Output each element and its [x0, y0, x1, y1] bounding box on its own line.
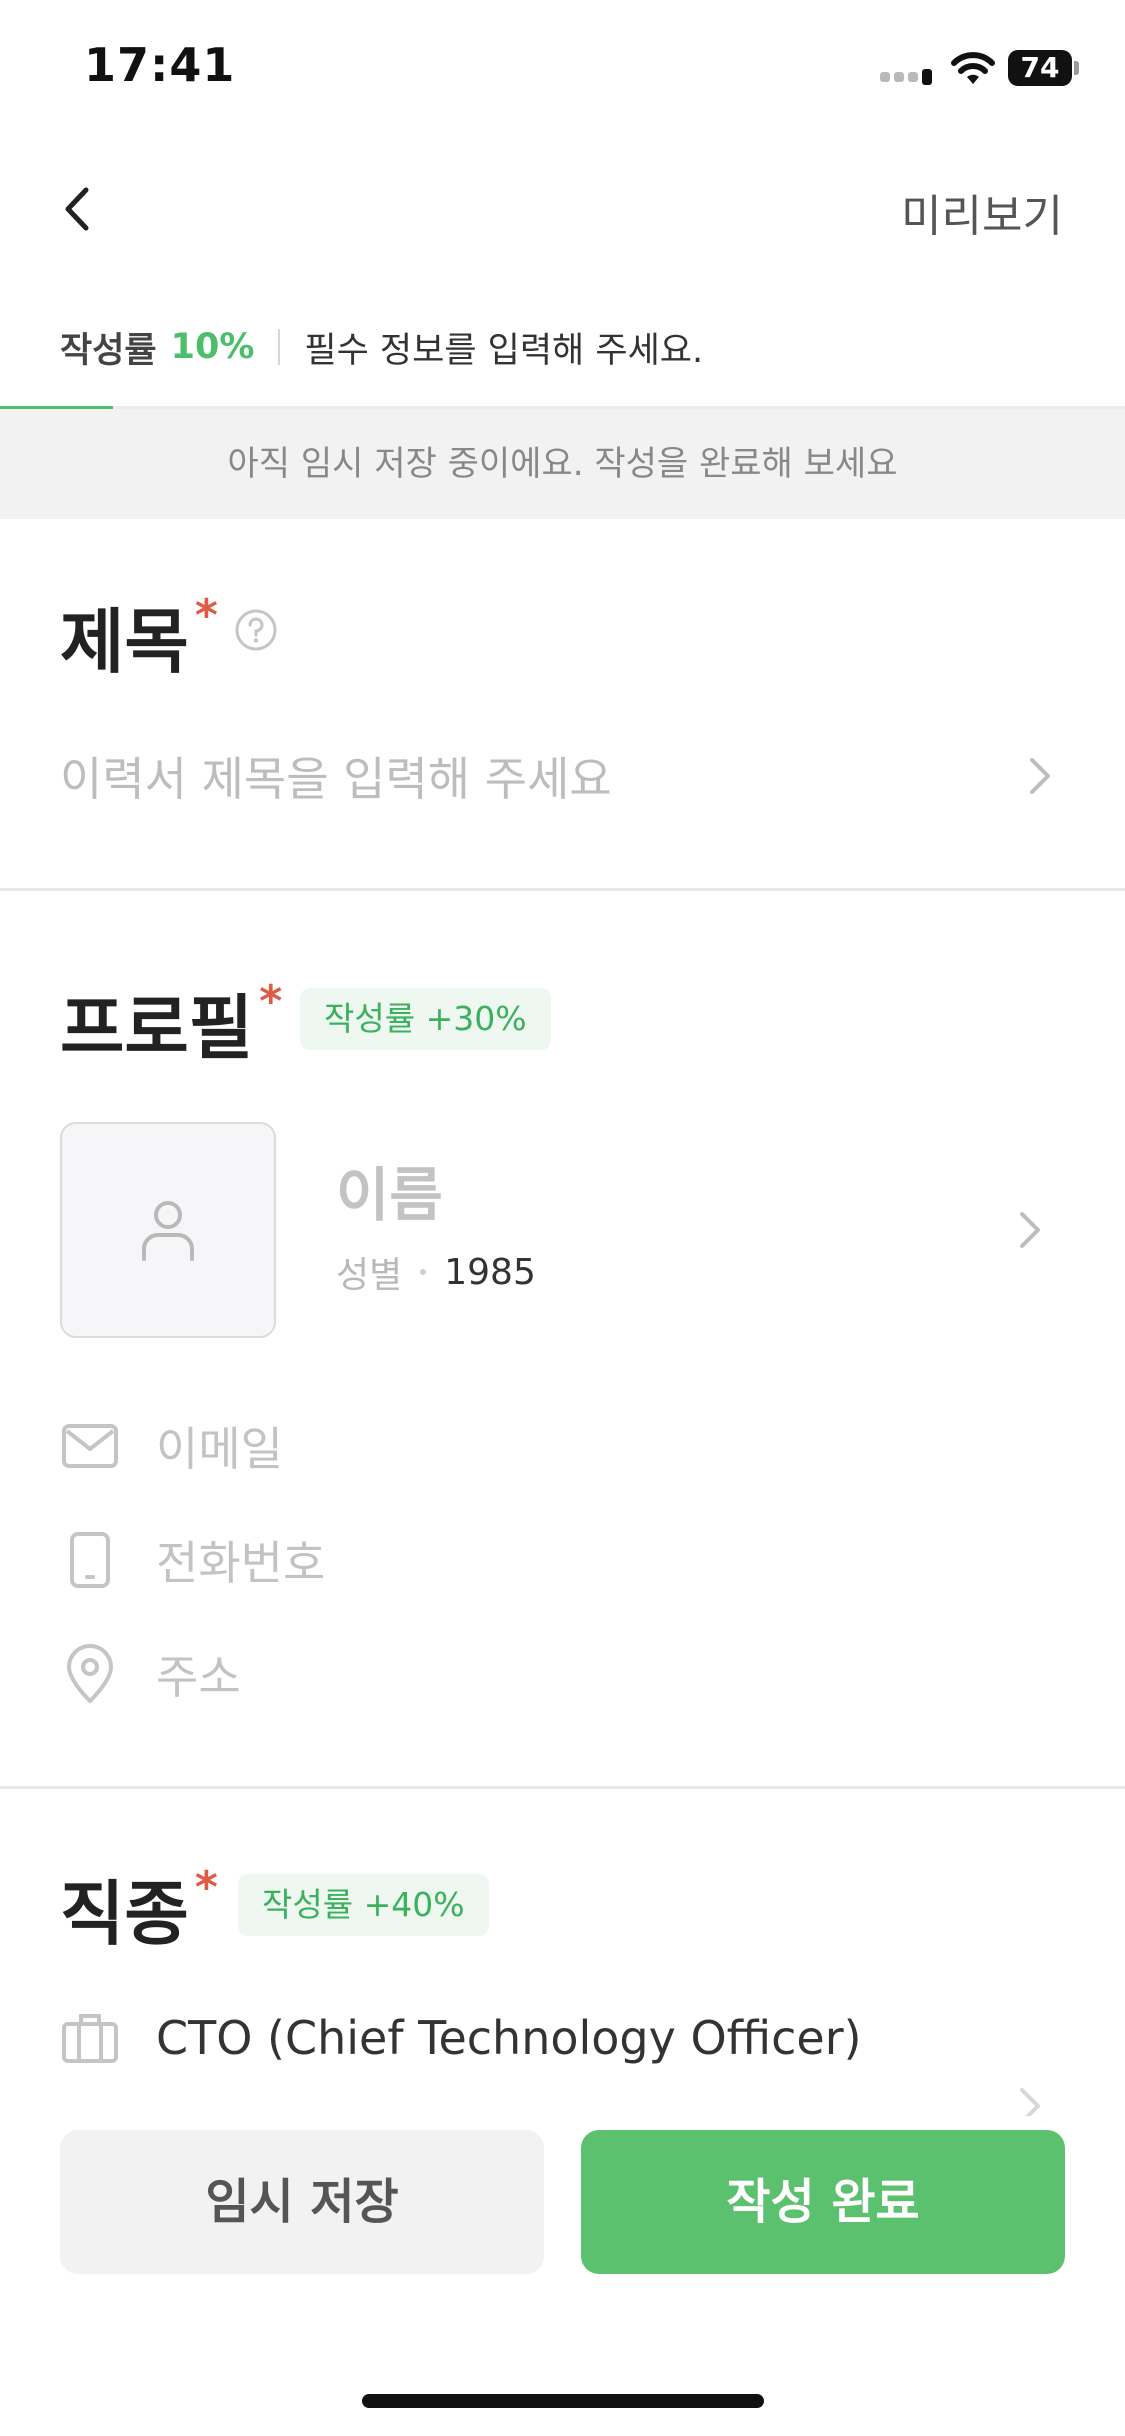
title-section-heading: 제목 *	[60, 586, 218, 687]
required-mark: *	[259, 976, 283, 1027]
complete-button[interactable]: 작성 완료	[581, 2130, 1065, 2274]
phone-field[interactable]: 전화번호	[60, 1524, 325, 1596]
resume-title-placeholder: 이력서 제목을 입력해 주세요	[60, 752, 612, 806]
job-value: CTO (Chief Technology Officer)	[156, 2011, 862, 2065]
mail-icon	[60, 1416, 120, 1476]
job-progress-badge: 작성률 +40%	[238, 1874, 489, 1936]
resume-editor-screen: 17:41 74 미리보기 작성률 10% 필수 정보를 입력해 주세요. 아직…	[0, 0, 1125, 2436]
section-heading-text: 제목	[60, 601, 189, 683]
section-divider	[0, 1786, 1125, 1789]
profile-section-heading: 프로필 *	[60, 972, 282, 1073]
section-divider	[0, 888, 1125, 891]
phone-placeholder: 전화번호	[156, 1536, 326, 1590]
progress-hint: 필수 정보를 입력해 주세요.	[304, 330, 704, 371]
briefcase-icon	[60, 2008, 120, 2068]
job-section-heading: 직종 *	[60, 1858, 218, 1959]
chevron-right-icon[interactable]	[1010, 1202, 1050, 1258]
cellular-signal-icon	[880, 69, 934, 85]
job-field[interactable]: CTO (Chief Technology Officer)	[60, 2008, 862, 2068]
separator-dot	[420, 1269, 427, 1275]
profile-meta: 성별 1985	[336, 1246, 536, 1298]
email-field[interactable]: 이메일	[60, 1410, 283, 1482]
phone-icon	[60, 1530, 120, 1590]
gender-placeholder: 성별	[336, 1255, 403, 1296]
birth-year: 1985	[444, 1251, 536, 1293]
profile-photo-button[interactable]	[60, 1122, 276, 1338]
save-draft-button[interactable]: 임시 저장	[60, 2130, 544, 2274]
required-mark: *	[194, 590, 218, 641]
status-time: 17:41	[84, 38, 236, 92]
profile-progress-badge: 작성률 +30%	[300, 988, 551, 1050]
name-placeholder[interactable]: 이름	[336, 1148, 443, 1232]
location-icon	[60, 1644, 120, 1704]
help-icon[interactable]	[234, 608, 278, 652]
battery-indicator: 74	[1008, 50, 1072, 86]
person-icon	[142, 1201, 194, 1261]
section-heading-text: 프로필	[60, 987, 254, 1069]
battery-cap	[1074, 61, 1079, 75]
draft-status-banner: 아직 임시 저장 중이에요. 작성을 완료해 보세요	[0, 409, 1125, 519]
progress-percent: 10%	[170, 327, 255, 367]
progress-label: 작성률	[60, 330, 157, 371]
chevron-left-icon[interactable]	[52, 176, 102, 242]
home-indicator	[362, 2394, 764, 2408]
wifi-icon	[951, 52, 995, 84]
required-mark: *	[194, 1862, 218, 1913]
email-placeholder: 이메일	[156, 1422, 283, 1476]
bottom-action-bar: 임시 저장 작성 완료	[0, 2116, 1125, 2436]
progress-summary: 작성률 10% 필수 정보를 입력해 주세요.	[60, 320, 703, 374]
address-placeholder: 주소	[156, 1650, 241, 1704]
resume-title-field[interactable]: 이력서 제목을 입력해 주세요	[60, 740, 1060, 812]
preview-button[interactable]: 미리보기	[901, 180, 1063, 244]
status-bar: 17:41 74	[0, 0, 1125, 140]
section-heading-text: 직종	[60, 1873, 189, 1955]
divider	[278, 329, 281, 365]
chevron-right-icon	[1030, 758, 1050, 794]
address-field[interactable]: 주소	[60, 1638, 241, 1710]
